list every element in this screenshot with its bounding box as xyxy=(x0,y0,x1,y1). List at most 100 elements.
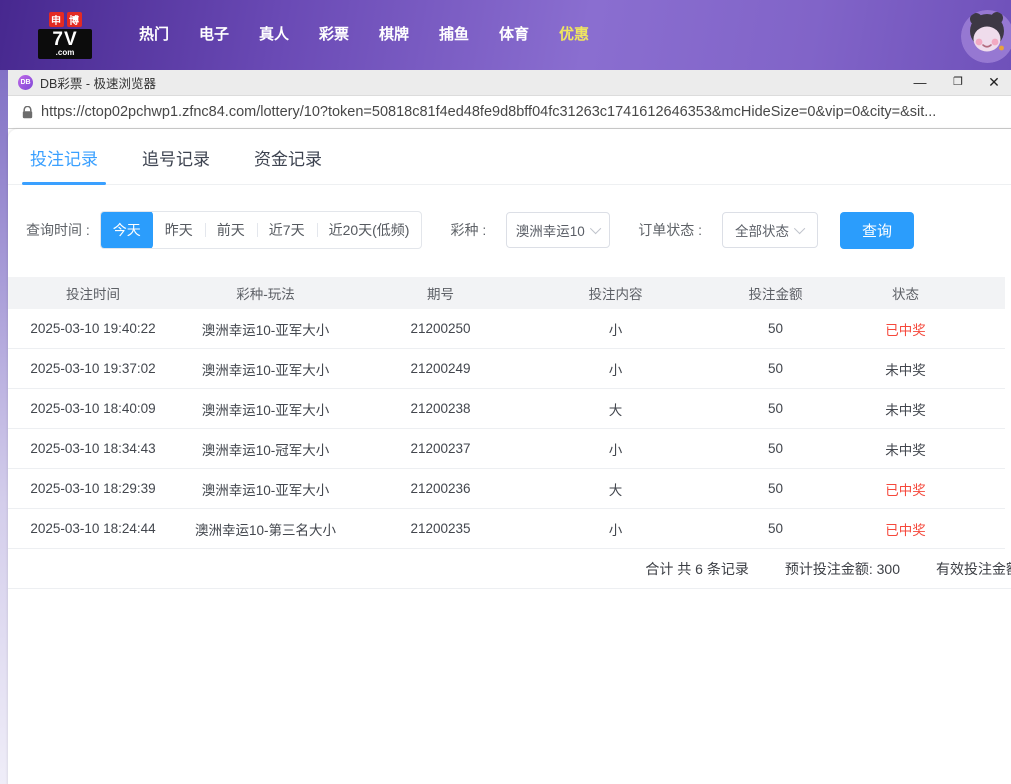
minimize-icon[interactable]: — xyxy=(904,70,936,96)
table-row: 2025-03-10 18:34:43 澳洲幸运10-冠军大小 21200237… xyxy=(8,429,1005,469)
nav-item[interactable]: 捕鱼 xyxy=(424,0,484,70)
table-row: 2025-03-10 18:40:09 澳洲幸运10-亚军大小 21200238… xyxy=(8,389,1005,429)
cell-bet-amount: 50 xyxy=(703,481,848,496)
time-option[interactable]: 近20天(低频) xyxy=(317,212,422,248)
tab[interactable]: 追号记录 xyxy=(142,145,210,184)
cell-bet-content: 小 xyxy=(528,519,703,539)
cell-status: 未中奖 xyxy=(848,399,963,419)
column-header: 彩种-玩法 xyxy=(178,283,353,303)
nav-items: 热门电子真人彩票棋牌捕鱼体育优惠 xyxy=(124,0,604,70)
column-header: 状态 xyxy=(848,283,963,303)
url-bar[interactable]: https://ctop02pchwp1.zfnc84.com/lottery/… xyxy=(8,96,1011,129)
table-row: 2025-03-10 18:24:44 澳洲幸运10-第三名大小 2120023… xyxy=(8,509,1005,549)
cell-issue-number: 21200238 xyxy=(353,401,528,416)
filter-bar: 查询时间 : 今天昨天前天近7天近20天(低频) 彩种 : 澳洲幸运10 订单状… xyxy=(8,211,1011,249)
time-options: 今天昨天前天近7天近20天(低频) xyxy=(100,211,423,249)
cell-status: 已中奖 xyxy=(848,319,963,339)
cell-bet-amount: 50 xyxy=(703,361,848,376)
order-status-select[interactable]: 全部状态 xyxy=(722,212,818,248)
logo-main-text: 7V xyxy=(40,30,90,49)
close-icon[interactable]: ✕ xyxy=(978,70,1010,96)
summary-total: 合计 共 6 条记录 xyxy=(645,559,748,579)
table-body: 2025-03-10 19:40:22 澳洲幸运10-亚军大小 21200250… xyxy=(8,309,1005,549)
cell-game-play: 澳洲幸运10-亚军大小 xyxy=(178,359,353,379)
cell-bet-time: 2025-03-10 19:37:02 xyxy=(8,361,178,376)
cell-bet-amount: 50 xyxy=(703,321,848,336)
nav-item[interactable]: 彩票 xyxy=(304,0,364,70)
bet-records-table: 投注时间彩种-玩法期号投注内容投注金额状态 2025-03-10 19:40:2… xyxy=(8,277,1005,589)
cell-bet-content: 大 xyxy=(528,479,703,499)
logo-badge-2: 博 xyxy=(67,12,82,27)
logo-badge-1: 申 xyxy=(49,12,64,27)
cell-bet-content: 小 xyxy=(528,439,703,459)
cell-status: 未中奖 xyxy=(848,439,963,459)
time-option[interactable]: 昨天 xyxy=(153,212,205,248)
table-row: 2025-03-10 19:40:22 澳洲幸运10-亚军大小 21200250… xyxy=(8,309,1005,349)
time-option[interactable]: 前天 xyxy=(205,212,257,248)
cell-issue-number: 21200249 xyxy=(353,361,528,376)
nav-item[interactable]: 热门 xyxy=(124,0,184,70)
window-title-bar[interactable]: DB DB彩票 - 极速浏览器 — ❐ ✕ xyxy=(8,70,1011,96)
screen: 申 博 7V .com 热门电子真人彩票棋牌捕鱼体育优惠 xyxy=(0,0,1011,784)
site-logo[interactable]: 申 博 7V .com xyxy=(38,12,92,59)
cell-bet-time: 2025-03-10 18:29:39 xyxy=(8,481,178,496)
logo-badges: 申 博 xyxy=(38,12,92,27)
portal-navbar: 申 博 7V .com 热门电子真人彩票棋牌捕鱼体育优惠 xyxy=(0,0,1011,70)
cell-bet-content: 小 xyxy=(528,319,703,339)
logo-sub-text: .com xyxy=(40,49,90,57)
column-header: 投注金额 xyxy=(703,283,848,303)
cell-issue-number: 21200250 xyxy=(353,321,528,336)
browser-favicon-icon: DB xyxy=(18,75,33,90)
summary-expected-amount: 预计投注金额: 300 xyxy=(785,559,900,579)
cell-issue-number: 21200237 xyxy=(353,441,528,456)
cell-bet-amount: 50 xyxy=(703,441,848,456)
column-header: 投注时间 xyxy=(8,283,178,303)
table-row: 2025-03-10 19:37:02 澳洲幸运10-亚军大小 21200249… xyxy=(8,349,1005,389)
cell-game-play: 澳洲幸运10-亚军大小 xyxy=(178,479,353,499)
cell-bet-amount: 50 xyxy=(703,521,848,536)
cell-bet-time: 2025-03-10 19:40:22 xyxy=(8,321,178,336)
lottery-select[interactable]: 澳洲幸运10 xyxy=(506,212,610,248)
cell-game-play: 澳洲幸运10-冠军大小 xyxy=(178,439,353,459)
nav-item[interactable]: 优惠 xyxy=(544,0,604,70)
logo-mark: 7V .com xyxy=(38,29,92,59)
lock-icon xyxy=(22,106,33,119)
status-select-value: 全部状态 xyxy=(735,220,789,240)
time-option[interactable]: 近7天 xyxy=(257,212,317,248)
avatar-image xyxy=(961,10,1011,63)
content-card: 投注记录 追号记录 资金记录 查询时间 : 今天昨天前天近7天近20天(低频) 彩种… xyxy=(8,129,1011,784)
query-button[interactable]: 查询 xyxy=(840,212,914,249)
cell-game-play: 澳洲幸运10-亚军大小 xyxy=(178,319,353,339)
nav-item[interactable]: 体育 xyxy=(484,0,544,70)
cell-bet-time: 2025-03-10 18:34:43 xyxy=(8,441,178,456)
cell-bet-content: 大 xyxy=(528,399,703,419)
cell-game-play: 澳洲幸运10-第三名大小 xyxy=(178,519,353,539)
cell-bet-content: 小 xyxy=(528,359,703,379)
user-avatar[interactable] xyxy=(961,10,1011,63)
cell-issue-number: 21200236 xyxy=(353,481,528,496)
cell-status: 未中奖 xyxy=(848,359,963,379)
cell-status: 已中奖 xyxy=(848,479,963,499)
url-text: https://ctop02pchwp1.zfnc84.com/lottery/… xyxy=(41,104,936,120)
tab[interactable]: 投注记录 xyxy=(30,145,98,184)
column-header: 期号 xyxy=(353,283,528,303)
status-filter-label: 订单状态 : xyxy=(638,220,702,240)
chevron-down-icon xyxy=(590,223,601,234)
chevron-down-icon xyxy=(794,223,805,234)
lottery-select-value: 澳洲幸运10 xyxy=(516,220,585,240)
summary-row: 合计 共 6 条记录 预计投注金额: 300 有效投注金额 xyxy=(8,549,1011,589)
browser-window: DB DB彩票 - 极速浏览器 — ❐ ✕ https://ctop02pchw… xyxy=(8,70,1011,784)
lottery-filter-label: 彩种 : xyxy=(450,220,486,240)
time-filter-label: 查询时间 : xyxy=(26,220,90,240)
table-head: 投注时间彩种-玩法期号投注内容投注金额状态 xyxy=(8,277,1005,309)
tab[interactable]: 资金记录 xyxy=(254,145,322,184)
nav-item[interactable]: 电子 xyxy=(184,0,244,70)
tabs: 投注记录 追号记录 资金记录 xyxy=(8,129,1011,185)
cell-bet-amount: 50 xyxy=(703,401,848,416)
maximize-icon[interactable]: ❐ xyxy=(942,70,974,96)
cell-issue-number: 21200235 xyxy=(353,521,528,536)
nav-item[interactable]: 棋牌 xyxy=(364,0,424,70)
time-option[interactable]: 今天 xyxy=(101,211,153,249)
window-title: DB彩票 - 极速浏览器 xyxy=(40,73,156,92)
nav-item[interactable]: 真人 xyxy=(244,0,304,70)
